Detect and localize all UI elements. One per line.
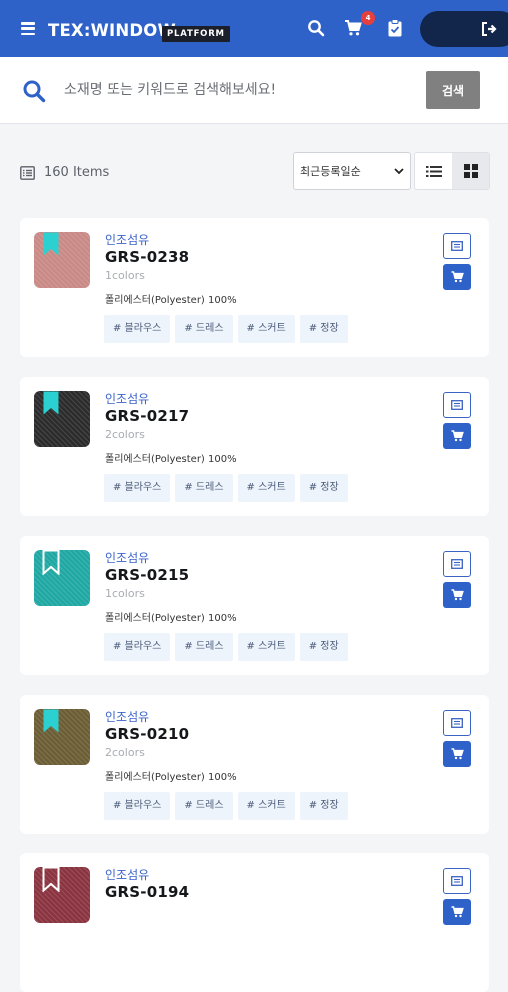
sample-icon (451, 718, 463, 728)
sample-icon (451, 241, 463, 251)
list-icon (20, 166, 35, 180)
platform-badge: PLATFORM (162, 26, 230, 42)
tag-chip[interactable]: # 정장 (299, 474, 348, 502)
brand-logo[interactable]: TEX:WINDOW (48, 21, 176, 40)
product-code[interactable]: GRS-0217 (105, 407, 189, 425)
product-card[interactable]: 인조섬유 GRS-0215 1colors 폴리에스터(Polyester) 1… (20, 536, 489, 675)
top-header: TEX:WINDOW PLATFORM 4 (0, 0, 508, 57)
tag-list: # 블라우스 # 드레스 # 스커트 # 정장 (104, 315, 348, 343)
fabric-thumbnail[interactable] (34, 709, 90, 765)
product-code[interactable]: GRS-0210 (105, 725, 189, 743)
fabric-thumbnail[interactable] (34, 867, 90, 923)
tag-chip[interactable]: # 드레스 (175, 792, 233, 820)
search-button[interactable]: 검색 (426, 71, 480, 109)
search-input[interactable] (64, 77, 414, 103)
grid-view-button[interactable] (452, 153, 489, 189)
view-toggle (414, 152, 490, 190)
product-colors: 2colors (105, 428, 145, 441)
bookmark-icon[interactable] (42, 232, 60, 257)
product-card[interactable]: 인조섬유 GRS-0217 2colors 폴리에스터(Polyester) 1… (20, 377, 489, 516)
product-card[interactable]: 인조섬유 GRS-0194 (20, 853, 489, 992)
product-code[interactable]: GRS-0215 (105, 566, 189, 584)
add-to-cart-button[interactable] (443, 741, 471, 767)
search-icon[interactable] (307, 19, 325, 37)
product-colors: 2colors (105, 746, 145, 759)
add-to-cart-button[interactable] (443, 899, 471, 925)
product-material: 폴리에스터(Polyester) 100% (105, 772, 237, 783)
cart-count-badge: 4 (361, 11, 375, 25)
fabric-thumbnail[interactable] (34, 391, 90, 447)
cart-icon (451, 906, 464, 918)
bookmark-icon[interactable] (42, 391, 60, 416)
product-category: 인조섬유 (105, 233, 150, 247)
cart-icon[interactable] (344, 19, 362, 37)
tag-chip[interactable]: # 스커트 (237, 792, 295, 820)
product-card[interactable]: 인조섬유 GRS-0210 2colors 폴리에스터(Polyester) 1… (20, 695, 489, 834)
cart-icon (451, 589, 464, 601)
bookmark-icon[interactable] (42, 709, 60, 734)
cart-icon (451, 271, 464, 283)
search-icon (23, 80, 46, 103)
logout-icon[interactable] (481, 21, 497, 37)
product-card[interactable]: 인조섬유 GRS-0238 1colors 폴리에스터(Polyester) 1… (20, 218, 489, 357)
product-category: 인조섬유 (105, 868, 150, 882)
product-material: 폴리에스터(Polyester) 100% (105, 613, 237, 624)
product-code[interactable]: GRS-0194 (105, 883, 189, 901)
cart-icon (451, 430, 464, 442)
tag-list: # 블라우스 # 드레스 # 스커트 # 정장 (104, 633, 348, 661)
add-to-cart-button[interactable] (443, 582, 471, 608)
sample-request-button[interactable] (443, 551, 471, 577)
bookmark-icon[interactable] (42, 550, 60, 575)
add-to-cart-button[interactable] (443, 264, 471, 290)
grid-icon (463, 164, 478, 178)
menu-icon[interactable] (21, 22, 35, 35)
cart-icon (451, 748, 464, 760)
tag-chip[interactable]: # 스커트 (237, 474, 295, 502)
product-code[interactable]: GRS-0238 (105, 248, 189, 266)
tag-chip[interactable]: # 스커트 (237, 315, 295, 343)
product-colors: 1colors (105, 269, 145, 282)
fabric-thumbnail[interactable] (34, 550, 90, 606)
sample-icon (451, 876, 463, 886)
product-category: 인조섬유 (105, 710, 150, 724)
tag-list: # 블라우스 # 드레스 # 스커트 # 정장 (104, 792, 348, 820)
tag-chip[interactable]: # 스커트 (237, 633, 295, 661)
sample-request-button[interactable] (443, 392, 471, 418)
sample-request-button[interactable] (443, 868, 471, 894)
tag-chip[interactable]: # 블라우스 (104, 474, 171, 502)
fabric-thumbnail[interactable] (34, 232, 90, 288)
sample-request-button[interactable] (443, 233, 471, 259)
sample-icon (451, 400, 463, 410)
product-material: 폴리에스터(Polyester) 100% (105, 295, 237, 306)
tag-chip[interactable]: # 드레스 (175, 633, 233, 661)
search-bar: 검색 (0, 57, 508, 124)
tag-chip[interactable]: # 블라우스 (104, 792, 171, 820)
tag-chip[interactable]: # 드레스 (175, 474, 233, 502)
product-colors: 1colors (105, 587, 145, 600)
sort-select[interactable]: 최근등록일순 (293, 152, 411, 190)
clipboard-icon[interactable] (387, 19, 403, 37)
product-category: 인조섬유 (105, 551, 150, 565)
bookmark-icon[interactable] (42, 867, 60, 892)
chevron-down-icon (394, 168, 404, 175)
tag-chip[interactable]: # 드레스 (175, 315, 233, 343)
tag-chip[interactable]: # 정장 (299, 633, 348, 661)
tag-chip[interactable]: # 블라우스 (104, 633, 171, 661)
sample-request-button[interactable] (443, 710, 471, 736)
product-material: 폴리에스터(Polyester) 100% (105, 454, 237, 465)
item-count: 160 Items (44, 165, 110, 180)
tag-chip[interactable]: # 정장 (299, 315, 348, 343)
list-view-button[interactable] (415, 153, 452, 189)
tag-chip[interactable]: # 정장 (299, 792, 348, 820)
sort-select-value: 최근등록일순 (300, 165, 361, 178)
tag-chip[interactable]: # 블라우스 (104, 315, 171, 343)
product-category: 인조섬유 (105, 392, 150, 406)
sample-icon (451, 559, 463, 569)
list-view-icon (425, 165, 442, 177)
add-to-cart-button[interactable] (443, 423, 471, 449)
tag-list: # 블라우스 # 드레스 # 스커트 # 정장 (104, 474, 348, 502)
